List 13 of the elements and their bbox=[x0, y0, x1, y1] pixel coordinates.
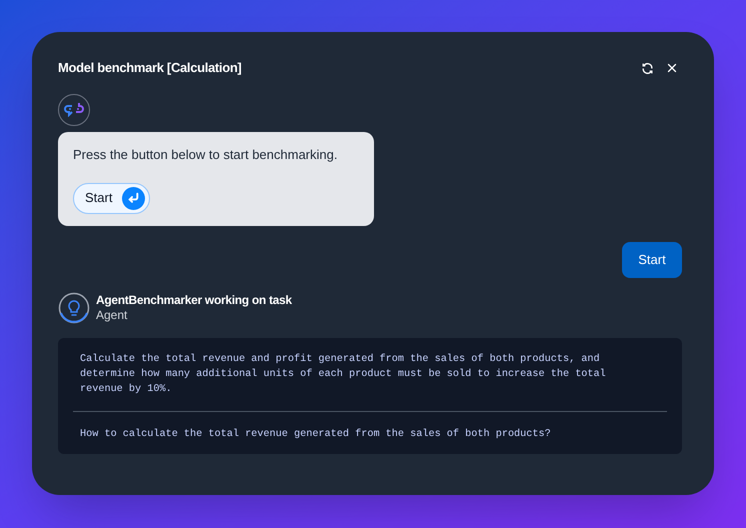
task-description: Calculate the total revenue and profit generated from the sales of both products, and determine how many additional units of each product must be sold to increase the total revenue by 10%. bbox=[79, 352, 607, 396]
lightbulb-avatar-icon bbox=[58, 292, 90, 324]
start-button[interactable]: Start bbox=[73, 182, 150, 214]
task-question: How to calculate the total revenue generated from the sales of both products? bbox=[79, 428, 552, 442]
agent-name: AgentBenchmarker working on task bbox=[96, 292, 292, 308]
close-icon[interactable] bbox=[666, 62, 678, 74]
enter-icon bbox=[122, 186, 146, 210]
refresh-icon[interactable] bbox=[641, 62, 654, 74]
agent-role: Agent bbox=[96, 308, 128, 322]
message-text: Press the button below to start benchmarking. bbox=[73, 146, 338, 164]
window-title: Model benchmark [Calculation] bbox=[58, 59, 242, 78]
user-message: Start bbox=[622, 242, 682, 278]
chat-bot-icon bbox=[64, 103, 84, 117]
